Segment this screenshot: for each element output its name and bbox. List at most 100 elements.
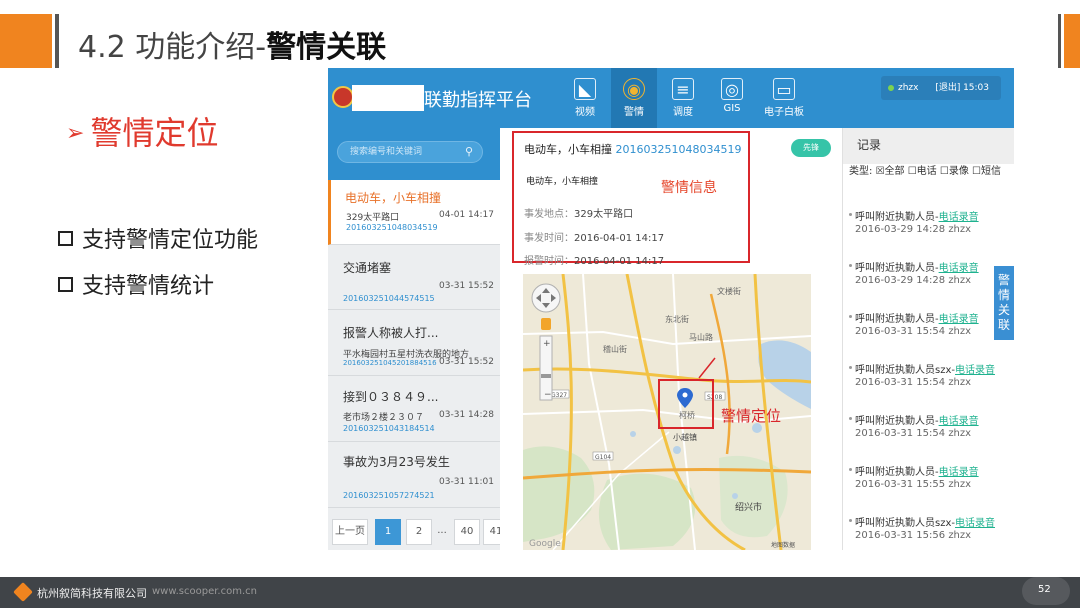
- record-audio-link[interactable]: 电话录音: [939, 314, 979, 325]
- filter-all-checkbox[interactable]: ☒全部: [876, 166, 905, 177]
- incident-item[interactable]: 事故为3月23号发生 03-31 11:01 20160325105727452…: [328, 442, 500, 508]
- record-caller-text: 呼叫附近执勤人员szx-: [855, 518, 955, 529]
- bullet-dot-icon: [849, 366, 852, 369]
- incident-list-panel: 搜索编号和关键词 ⚲ 电动车，小车相撞 329太平路口 04-01 14:17 2…: [328, 128, 509, 550]
- bullet-dot-icon: [849, 264, 852, 267]
- title-accent-right: [1064, 14, 1080, 68]
- pagination: 上一页 1 2 ... 40 41: [328, 511, 509, 550]
- logout-link[interactable]: [退出]: [935, 83, 960, 93]
- map-road-label: G104: [595, 454, 611, 461]
- incident-item[interactable]: 交通堵塞 03-31 15:52 201603251044574515: [328, 245, 500, 310]
- detail-location: 事发地点：329太平路口: [524, 205, 633, 220]
- zoom-in-icon[interactable]: +: [543, 339, 551, 349]
- page-number: 52: [1038, 584, 1051, 595]
- app-name: 联勤指挥平台: [424, 90, 532, 111]
- incident-item[interactable]: 电动车，小车相撞 329太平路口 04-01 14:17 20160325104…: [328, 180, 500, 245]
- whiteboard-icon: ▭: [773, 78, 795, 100]
- page-button-1[interactable]: 1: [375, 519, 401, 545]
- search-icon[interactable]: ⚲: [465, 142, 473, 162]
- records-title: 记录: [843, 128, 1014, 164]
- record-caller-text: 呼叫附近执勤人员-: [855, 314, 939, 325]
- record-audio-link[interactable]: 电话录音: [939, 467, 979, 478]
- arrow-right-icon: ➢: [66, 121, 85, 146]
- footer-company: 杭州叙简科技有限公司: [37, 587, 147, 600]
- record-meta: 2016-03-31 15:55 zhzx: [855, 479, 971, 490]
- record-audio-link[interactable]: 电话录音: [939, 212, 979, 223]
- search-placeholder: 搜索编号和关键词: [350, 147, 423, 157]
- record-user: zhzx: [948, 428, 972, 439]
- nav-video-button[interactable]: ◣ 视频: [562, 68, 608, 128]
- record-audio-link[interactable]: 电话录音: [939, 263, 979, 274]
- record-user: zhzx: [948, 377, 972, 388]
- bullet-dot-icon: [849, 519, 852, 522]
- record-caller: 呼叫附近执勤人员szx-电话录音: [855, 361, 995, 376]
- page-ellipsis: ...: [437, 525, 447, 536]
- record-caller-text: 呼叫附近执勤人员-: [855, 416, 939, 427]
- incident-item[interactable]: 报警人称被人打... 平水梅园村五星村洗衣服的地方 03-31 15:52 20…: [328, 310, 500, 376]
- map-road-label: S208: [707, 394, 722, 401]
- online-status-icon: [888, 85, 894, 91]
- username: zhzx: [898, 83, 919, 93]
- title-divider-left: [55, 14, 59, 68]
- record-caller: 呼叫附近执勤人员-电话录音: [855, 412, 979, 427]
- incident-address: 老市场２楼２３０７: [343, 413, 425, 423]
- slide-title: 4.2 功能介绍-警情关联: [78, 22, 386, 66]
- title-divider-right: [1058, 14, 1061, 68]
- record-user: zhzx: [948, 326, 972, 337]
- detail-title-text: 电动车，小车相撞: [524, 143, 612, 156]
- filter-sms-checkbox[interactable]: ☐短信: [972, 166, 1001, 177]
- record-type-filter[interactable]: 类型: ☒全部 ☐电话 ☐录像 ☐短信: [849, 165, 1014, 179]
- record-caller-text: 呼叫附近执勤人员-: [855, 263, 939, 274]
- record-caller: 呼叫附近执勤人员-电话录音: [855, 463, 979, 478]
- record-time: 2016-03-31 15:54: [855, 428, 946, 439]
- record-audio-link[interactable]: 电话录音: [955, 365, 995, 376]
- alarm-association-side-tab[interactable]: 警情关联: [994, 266, 1014, 340]
- page-button-2[interactable]: 2: [406, 519, 432, 545]
- redacted-block: [352, 85, 424, 111]
- map-location-annotation: 警情定位: [721, 407, 782, 425]
- incident-detail-panel: 电动车，小车相撞 201603251048034519 电动车，小车相撞 警情信…: [500, 128, 842, 550]
- section-heading: ➢ 警情定位: [66, 108, 218, 154]
- record-caller: 呼叫附近执勤人员-电话录音: [855, 259, 979, 274]
- incident-datetime: 03-31 15:52: [439, 281, 494, 291]
- incident-datetime: 03-31 11:01: [439, 477, 494, 487]
- detail-report-value: 2016-04-01 14:17: [574, 256, 665, 267]
- dispatch-button[interactable]: 先锋: [791, 139, 831, 157]
- nav-label: GIS: [723, 103, 741, 114]
- title-accent-left: [0, 14, 52, 68]
- incident-item[interactable]: 接到０３８４９... 老市场２楼２３０７ 03-31 14:28 2016032…: [328, 376, 500, 442]
- bullet-text: 支持警情统计: [82, 274, 215, 299]
- record-user: zhzx: [948, 275, 972, 286]
- nav-alarm-button[interactable]: ◉ 警情: [611, 68, 657, 128]
- detail-occur-time: 事发时间：2016-04-01 14:17: [524, 229, 664, 244]
- filter-phone-checkbox[interactable]: ☐电话: [908, 166, 937, 177]
- bullet-dot-icon: [849, 213, 852, 216]
- nav-whiteboard-button[interactable]: ▭ 电子白板: [758, 68, 810, 128]
- nav-label: 视频: [575, 107, 595, 118]
- incident-number: 201603251044574515: [343, 294, 435, 303]
- nav-gis-button[interactable]: ◎ GIS: [709, 68, 755, 128]
- record-meta: 2016-03-31 15:56 zhzx: [855, 530, 971, 541]
- record-audio-link[interactable]: 电话录音: [939, 416, 979, 427]
- page-button-40[interactable]: 40: [454, 519, 480, 545]
- nav-label: 调度: [673, 107, 693, 118]
- record-time: 2016-03-29 14:28: [855, 224, 946, 235]
- google-attribution: Google: [529, 539, 561, 549]
- bullet-dot-icon: [849, 315, 852, 318]
- record-caller: 呼叫附近执勤人员-电话录音: [855, 310, 979, 325]
- gis-pin-icon: ◎: [721, 78, 743, 100]
- record-audio-link[interactable]: 电话录音: [955, 518, 995, 529]
- prev-page-button[interactable]: 上一页: [332, 519, 368, 545]
- zoom-out-icon[interactable]: −: [544, 390, 552, 400]
- street-view-icon[interactable]: [541, 318, 551, 330]
- search-input[interactable]: 搜索编号和关键词 ⚲: [337, 141, 483, 163]
- search-bar: 搜索编号和关键词 ⚲: [328, 128, 500, 180]
- filter-video-checkbox[interactable]: ☐录像: [940, 166, 969, 177]
- records-panel: 记录 类型: ☒全部 ☐电话 ☐录像 ☐短信 呼叫附近执勤人员-电话录音 2016…: [842, 128, 1014, 550]
- incident-detail-title: 电动车，小车相撞 201603251048034519: [524, 141, 741, 157]
- incident-title: 交通堵塞: [343, 261, 392, 275]
- map-place-label: 马山路: [689, 332, 713, 342]
- nav-dispatch-button[interactable]: ≡ 调度: [660, 68, 706, 128]
- detail-report-label: 报警时间：: [524, 256, 574, 267]
- incident-title: 报警人称被人打...: [343, 326, 439, 340]
